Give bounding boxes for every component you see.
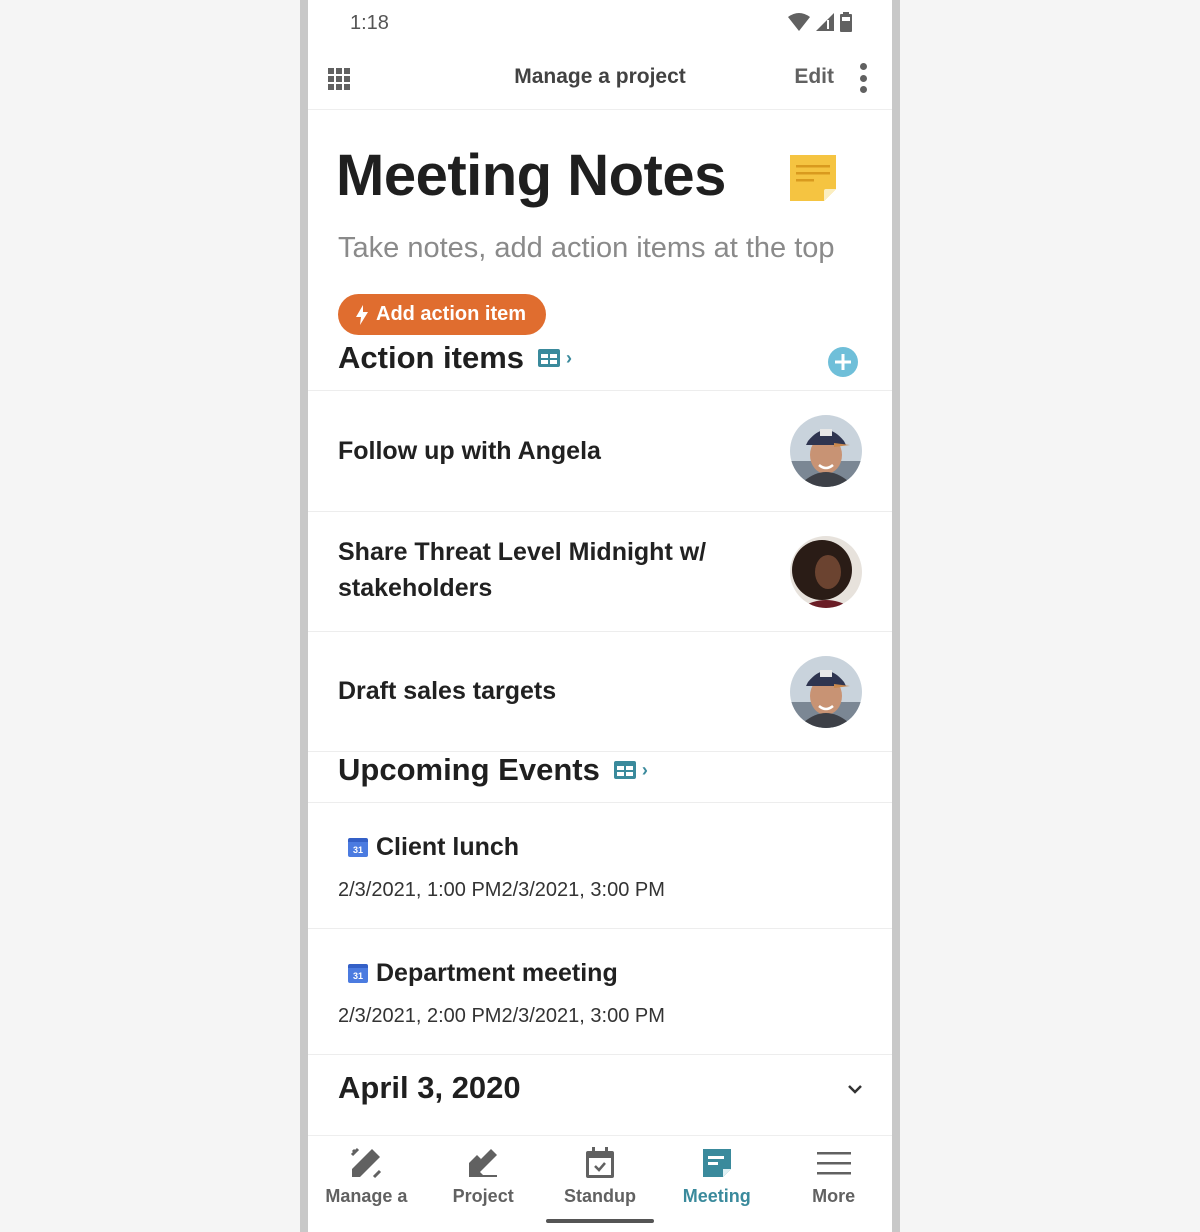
- nav-label: Meeting: [682, 1186, 751, 1206]
- nav-label: Project: [452, 1186, 514, 1206]
- lightning-icon: [356, 304, 368, 325]
- event-title-wrap: 31 Client lunch: [348, 833, 519, 862]
- table-icon: [613, 761, 636, 779]
- wifi-icon: [788, 13, 810, 31]
- date-section-toggle[interactable]: April 3, 2020: [308, 1056, 892, 1134]
- action-item-text: Share Threat Level Midnight w/ stakehold…: [338, 538, 707, 602]
- google-calendar-icon: 31: [348, 838, 368, 857]
- pencil-ruler-icon: [349, 1146, 383, 1180]
- signal-icon: [816, 13, 834, 31]
- app-bar: Manage a project Edit: [308, 50, 892, 110]
- home-indicator[interactable]: [546, 1219, 654, 1223]
- upcoming-events-header: Upcoming Events ›: [338, 752, 648, 788]
- hamburger-icon: [816, 1146, 851, 1180]
- event-time: 2/3/2021, 1:00 PM2/3/2021, 3:00 PM: [338, 879, 665, 901]
- page-subtitle: Take notes, add action items at the top: [338, 232, 835, 264]
- note-icon: [700, 1146, 734, 1180]
- upcoming-events-table-link[interactable]: ›: [613, 759, 648, 781]
- event-title-wrap: 31 Department meeting: [348, 959, 618, 988]
- event-row[interactable]: 31 Client lunch 2/3/2021, 1:00 PM2/3/202…: [308, 803, 892, 929]
- nav-label: More: [812, 1186, 856, 1206]
- action-item-text: Draft sales targets: [338, 677, 557, 705]
- nav-item-meeting[interactable]: Meeting: [658, 1136, 775, 1232]
- add-circle-button[interactable]: [828, 347, 858, 377]
- action-items-title: Action items: [338, 340, 525, 375]
- action-item-text: Follow up with Angela: [338, 437, 601, 465]
- kebab-icon[interactable]: [860, 63, 868, 93]
- date-section-title: April 3, 2020: [338, 1070, 521, 1105]
- add-action-item-label: Add action item: [376, 303, 527, 325]
- man-cap-avatar: [790, 656, 862, 728]
- nav-item-project[interactable]: Project: [425, 1136, 542, 1232]
- status-icons: [788, 12, 852, 32]
- upcoming-events-title: Upcoming Events: [338, 752, 600, 787]
- chevron-right-icon: ›: [641, 759, 648, 780]
- nav-label: Standup: [563, 1186, 636, 1206]
- nav-label: Manage a: [325, 1186, 408, 1206]
- event-title: Department meeting: [376, 959, 618, 987]
- add-action-item-button[interactable]: Add action item: [338, 294, 547, 335]
- divider: [308, 1054, 892, 1055]
- screen: 1:18 Manage a project Edit Meeting Notes: [308, 0, 892, 1232]
- page-title: Meeting Notes: [336, 143, 726, 208]
- action-item-row[interactable]: Share Threat Level Midnight w/ stakehold…: [308, 512, 892, 632]
- action-items-table-link[interactable]: ›: [538, 348, 572, 369]
- bottom-nav: Manage a Project Standup Meeting More: [308, 1135, 892, 1232]
- chevron-right-icon: ›: [566, 347, 573, 368]
- edit-button[interactable]: Edit: [794, 65, 834, 89]
- sticky-note-icon: [790, 155, 836, 201]
- google-calendar-icon: 31: [348, 964, 368, 983]
- phone-frame: 1:18 Manage a project Edit Meeting Notes: [300, 0, 900, 1232]
- man-cap-avatar: [790, 415, 862, 487]
- event-title: Client lunch: [376, 833, 520, 861]
- status-bar: 1:18: [308, 0, 892, 48]
- project-pencil-icon: [466, 1146, 500, 1180]
- woman-curly-hair-avatar: [790, 536, 862, 608]
- chevron-down-icon: [848, 1085, 862, 1094]
- event-row[interactable]: 31 Department meeting 2/3/2021, 2:00 PM2…: [308, 929, 892, 1055]
- nav-item-standup[interactable]: Standup: [542, 1136, 659, 1232]
- calendar-check-icon: [583, 1146, 617, 1180]
- battery-icon: [840, 12, 852, 32]
- event-time: 2/3/2021, 2:00 PM2/3/2021, 3:00 PM: [338, 1005, 665, 1027]
- nav-item-more[interactable]: More: [775, 1136, 892, 1232]
- nav-item-manage[interactable]: Manage a: [308, 1136, 425, 1232]
- action-items-header: Action items ›: [338, 340, 572, 376]
- table-icon: [538, 349, 561, 367]
- action-item-row[interactable]: Draft sales targets: [308, 632, 892, 752]
- status-time: 1:18: [350, 12, 389, 34]
- action-item-row[interactable]: Follow up with Angela: [308, 391, 892, 511]
